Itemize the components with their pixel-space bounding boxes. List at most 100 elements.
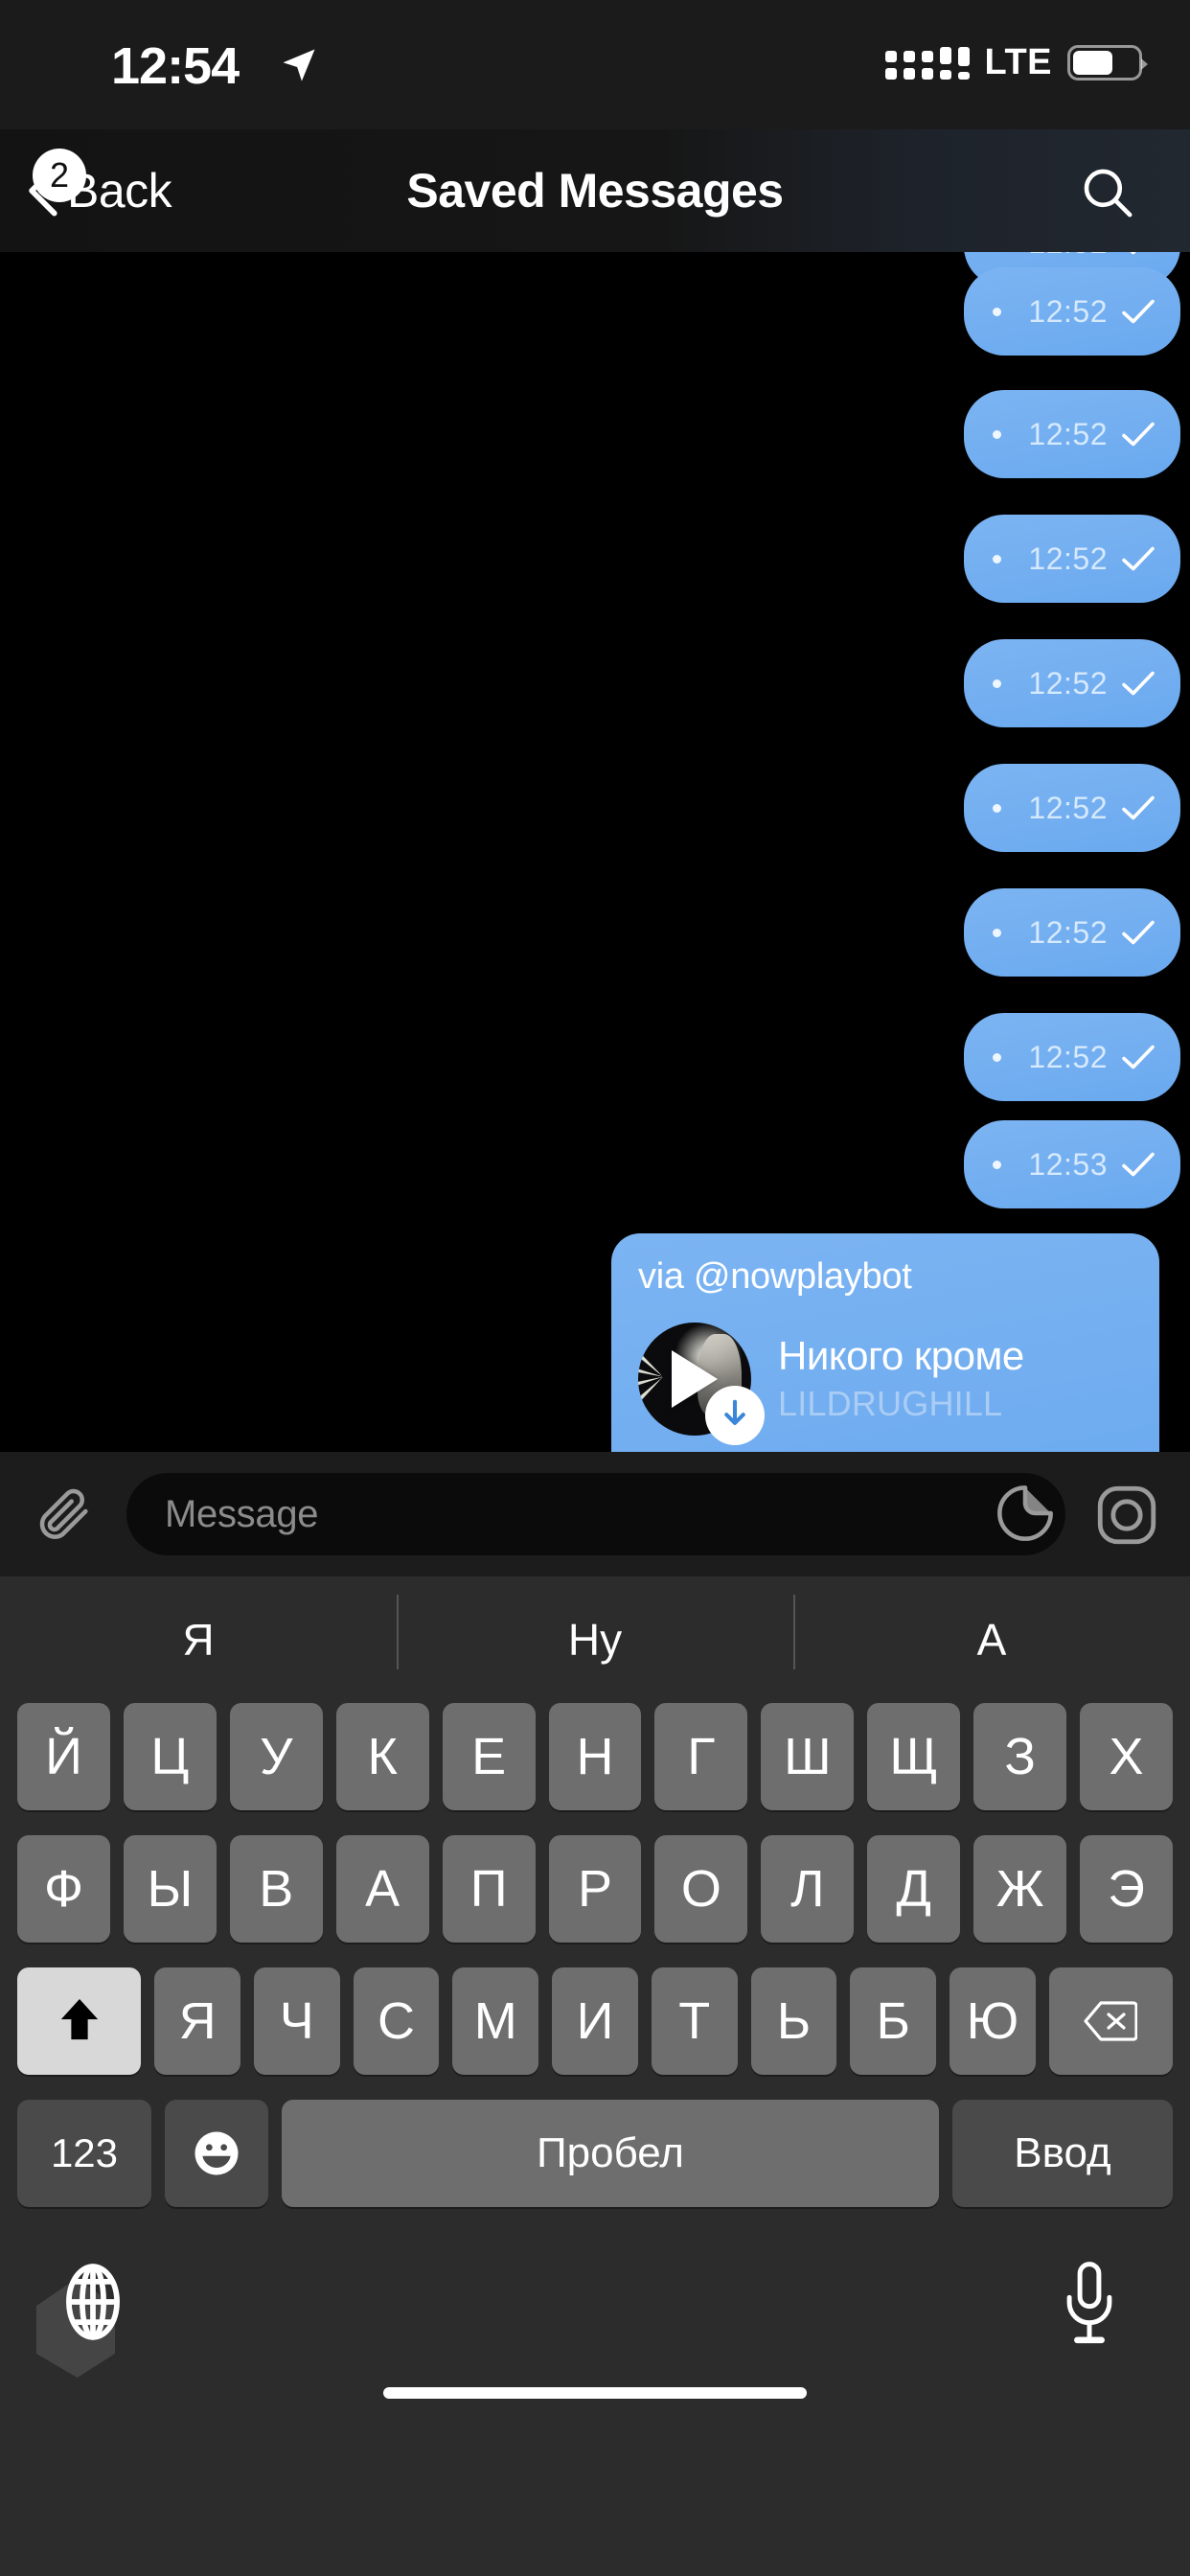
status-bar: 12:54 LTE: [0, 0, 1190, 129]
message-bubble-row[interactable]: 12:52: [0, 764, 1190, 852]
numbers-key[interactable]: 123: [17, 2100, 151, 2207]
network-type-label: LTE: [984, 42, 1052, 82]
keyboard-row-1[interactable]: Й Ц У К Е Н Г Ш Щ З Х: [0, 1703, 1190, 1810]
key-ч[interactable]: Ч: [253, 1967, 340, 2075]
key-о[interactable]: О: [654, 1835, 748, 1943]
message-bubble-row[interactable]: 12:52: [0, 390, 1190, 478]
key-с[interactable]: С: [353, 1967, 440, 2075]
keyboard-row-2[interactable]: Ф Ы В А П Р О Л Д Ж Э: [0, 1835, 1190, 1943]
via-bot-label: via @nowplaybot: [638, 1256, 912, 1297]
message-bubble-row[interactable]: 12:52: [0, 267, 1190, 356]
key-м[interactable]: М: [452, 1967, 539, 2075]
chat-message-list[interactable]: 12:52 12:52 12:52 12:52 12:52 12:52 12:5…: [0, 252, 1190, 1452]
emoji-smiley-icon[interactable]: [165, 2100, 268, 2207]
bullet-dot-icon: [993, 679, 1001, 688]
backspace-icon[interactable]: [1048, 1967, 1174, 2075]
shift-up-icon[interactable]: [16, 1967, 142, 2075]
message-bubble-row[interactable]: 12:52: [0, 888, 1190, 977]
key-х[interactable]: Х: [1080, 1703, 1173, 1810]
key-а[interactable]: А: [335, 1835, 429, 1943]
message-time: 12:52: [1028, 293, 1108, 329]
message-bubble-row[interactable]: 12:53: [0, 1120, 1190, 1208]
bullet-dot-icon: [993, 308, 1001, 316]
message-bubble-row[interactable]: 12:52: [0, 639, 1190, 727]
key-ь[interactable]: Ь: [750, 1967, 837, 2075]
cellular-signal-icon: [884, 46, 970, 80]
key-в[interactable]: В: [229, 1835, 323, 1943]
prediction-item[interactable]: Я: [0, 1614, 397, 1666]
message-bubble[interactable]: 12:53: [964, 1120, 1180, 1208]
key-н[interactable]: Н: [548, 1703, 642, 1810]
download-icon[interactable]: [705, 1386, 765, 1445]
key-ф[interactable]: Ф: [17, 1835, 110, 1943]
key-б[interactable]: Б: [850, 1967, 937, 2075]
shift-arrow-glyph: [60, 1999, 98, 2040]
key-э[interactable]: Э: [1080, 1835, 1173, 1943]
track-row[interactable]: Никого кроме LILDRUGHILL: [638, 1322, 1133, 1445]
bullet-dot-icon: [993, 1161, 1001, 1169]
music-message-bubble[interactable]: via @nowplaybot Никого кроме LILDRUGHILL: [611, 1233, 1159, 1452]
message-time: 12:52: [1028, 252, 1108, 261]
key-ж[interactable]: Ж: [973, 1835, 1067, 1943]
key-ц[interactable]: Ц: [123, 1703, 217, 1810]
key-з[interactable]: З: [973, 1703, 1067, 1810]
album-art-thumbnail[interactable]: [638, 1322, 765, 1445]
search-icon[interactable]: [1079, 164, 1134, 219]
message-bubble[interactable]: 12:52: [964, 888, 1180, 977]
message-bubble[interactable]: 12:52: [964, 267, 1180, 356]
message-bubble[interactable]: 12:52: [964, 639, 1180, 727]
key-ы[interactable]: Ы: [123, 1835, 217, 1943]
on-screen-keyboard[interactable]: Я Ну А Й Ц У К Е Н Г Ш Щ З Х Ф Ы В А П Р…: [0, 1576, 1190, 2576]
prediction-item[interactable]: А: [793, 1595, 1190, 1669]
status-indicators: LTE: [884, 42, 1148, 83]
sticker-icon[interactable]: [995, 1483, 1056, 1544]
globe-icon[interactable]: [52, 2261, 134, 2343]
bullet-dot-icon: [993, 430, 1001, 439]
backspace-glyph: [1084, 2001, 1138, 2041]
key-ш[interactable]: Ш: [761, 1703, 855, 1810]
key-щ[interactable]: Щ: [867, 1703, 961, 1810]
message-bubble[interactable]: 12:52: [964, 764, 1180, 852]
music-message-row[interactable]: via @nowplaybot Никого кроме LILDRUGHILL: [0, 1233, 1190, 1452]
key-к[interactable]: К: [335, 1703, 429, 1810]
smiley-glyph: [195, 2131, 239, 2175]
key-л[interactable]: Л: [761, 1835, 855, 1943]
message-time: 12:52: [1028, 790, 1108, 825]
message-input-placeholder: Message: [165, 1492, 319, 1535]
microphone-icon[interactable]: [1058, 2259, 1121, 2351]
key-ю[interactable]: Ю: [950, 1967, 1036, 2075]
keyboard-row-4[interactable]: 123 Пробел Ввод: [0, 2100, 1190, 2207]
message-bubble[interactable]: 12:52: [964, 515, 1180, 603]
keyboard-row-3[interactable]: Я Ч С М И Т Ь Б Ю: [0, 1967, 1190, 2075]
message-bubble[interactable]: 12:52: [964, 1013, 1180, 1101]
check-icon: [1122, 1152, 1155, 1177]
key-п[interactable]: П: [442, 1835, 536, 1943]
check-icon: [1122, 546, 1155, 571]
camera-icon[interactable]: [1094, 1483, 1159, 1548]
space-key[interactable]: Пробел: [282, 2100, 939, 2207]
key-й[interactable]: Й: [17, 1703, 110, 1810]
key-т[interactable]: Т: [651, 1967, 738, 2075]
paperclip-icon[interactable]: [34, 1484, 96, 1546]
key-р[interactable]: Р: [548, 1835, 642, 1943]
track-meta: Никого кроме LILDRUGHILL: [778, 1332, 1024, 1424]
prediction-item[interactable]: Ну: [397, 1595, 793, 1669]
enter-key[interactable]: Ввод: [952, 2100, 1173, 2207]
message-input-field[interactable]: Message: [126, 1473, 1065, 1555]
key-и[interactable]: И: [552, 1967, 638, 2075]
key-е[interactable]: Е: [442, 1703, 536, 1810]
home-indicator: [383, 2387, 807, 2399]
key-у[interactable]: У: [229, 1703, 323, 1810]
key-я[interactable]: Я: [154, 1967, 240, 2075]
check-icon: [1130, 252, 1136, 255]
track-title: Никого кроме: [778, 1332, 1024, 1378]
key-д[interactable]: Д: [867, 1835, 961, 1943]
download-arrow-glyph: [724, 1399, 745, 1425]
message-bubble[interactable]: 12:52: [964, 390, 1180, 478]
key-г[interactable]: Г: [654, 1703, 748, 1810]
prediction-bar[interactable]: Я Ну А: [0, 1576, 1190, 1703]
track-artist: LILDRUGHILL: [778, 1384, 1003, 1424]
message-bubble-row[interactable]: 12:52: [0, 1013, 1190, 1101]
location-arrow-icon: [283, 49, 315, 81]
message-bubble-row[interactable]: 12:52: [0, 515, 1190, 603]
